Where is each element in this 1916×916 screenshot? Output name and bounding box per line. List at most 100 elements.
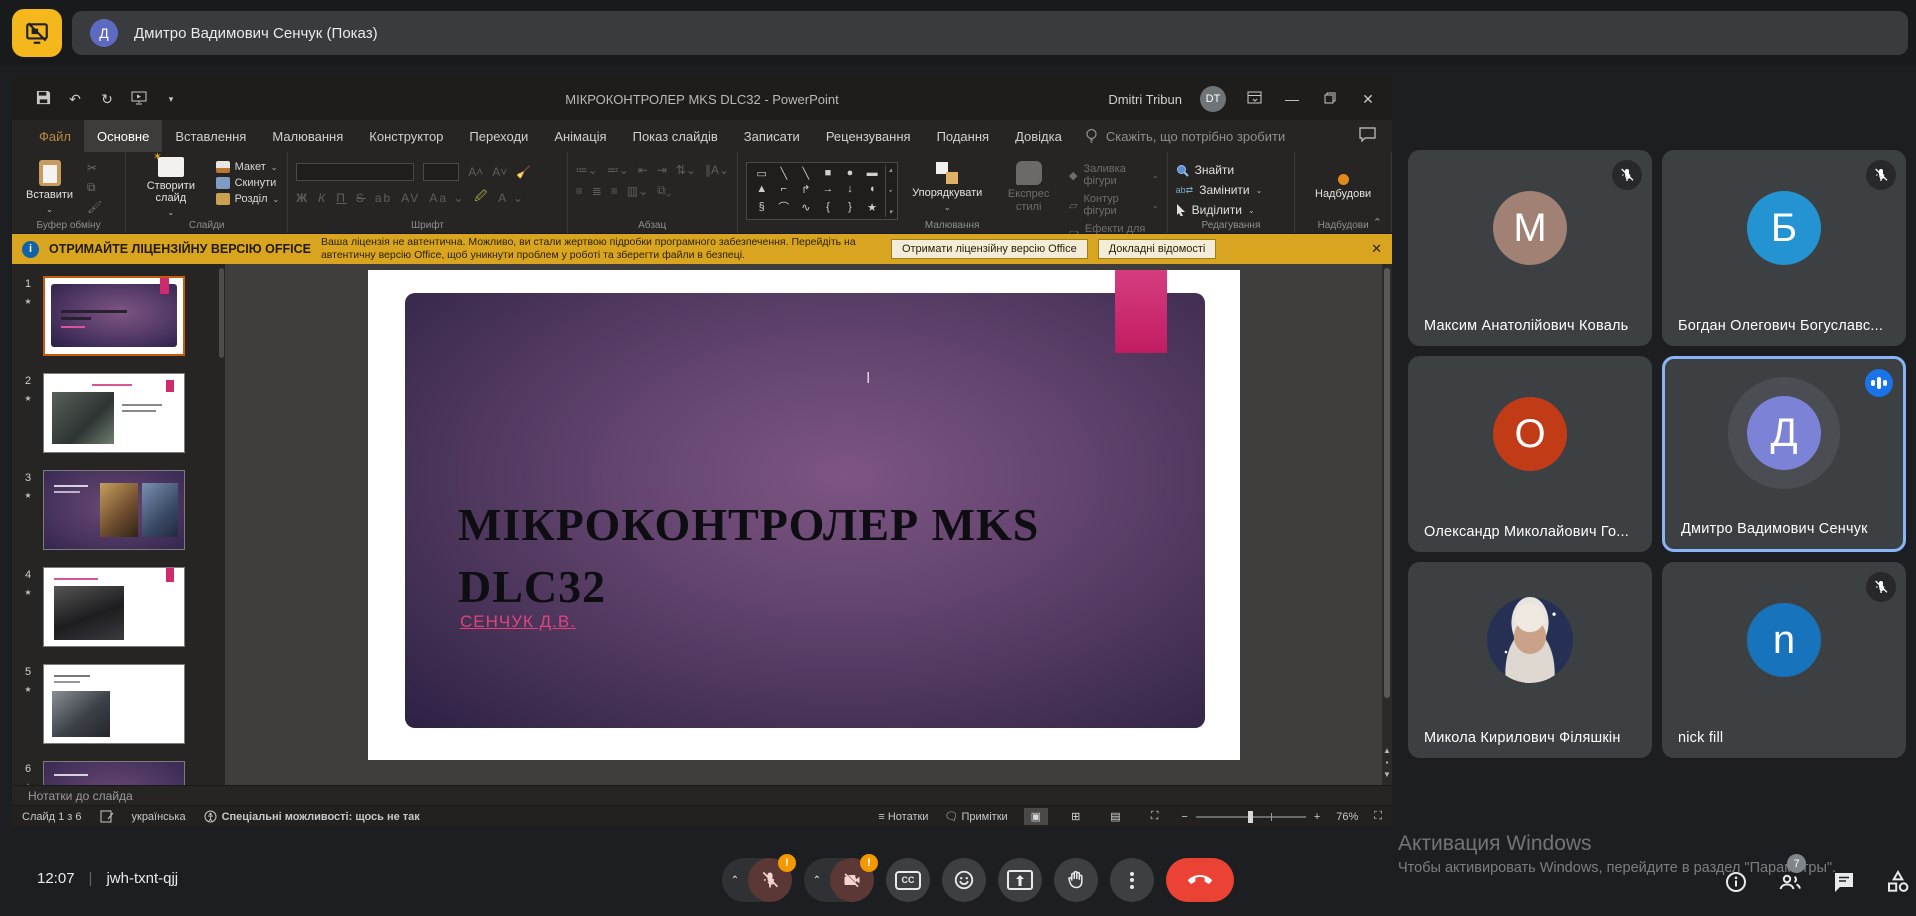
collapse-ribbon-icon[interactable]: ⌃ [1373, 216, 1382, 229]
zoom-control[interactable]: − + [1181, 811, 1320, 823]
slide-canvas[interactable]: МІКРОКОНТРОЛЕР MKS DLC32 СЕНЧУК Д.В. I [368, 270, 1240, 760]
meeting-details-button[interactable] [1722, 868, 1750, 896]
customize-qat-icon[interactable]: ▾ [162, 94, 180, 105]
normal-view-button[interactable]: ▣ [1024, 808, 1048, 825]
comments-icon[interactable] [1359, 127, 1376, 145]
grow-font-icon: A˄ [468, 165, 483, 179]
camera-options-chevron-icon[interactable]: ⌃ [804, 875, 830, 886]
banner-close-icon[interactable]: ✕ [1371, 241, 1382, 257]
scrollbar-thumb[interactable] [1384, 268, 1390, 698]
tab-home[interactable]: Основне [84, 120, 162, 152]
redo-icon[interactable]: ↻ [98, 91, 116, 108]
account-avatar[interactable]: DT [1200, 86, 1226, 112]
tab-slideshow[interactable]: Показ слайдів [620, 120, 731, 152]
notes-area[interactable]: Нотатки до слайда [12, 785, 1392, 805]
slide-subtitle-link[interactable]: СЕНЧУК Д.В. [460, 612, 576, 632]
reset-button[interactable]: Скинути [216, 177, 280, 189]
replace-button[interactable]: ab⇄Замінити⌄ [1176, 183, 1263, 197]
camera-alert-badge: ! [860, 854, 878, 872]
zoom-in-icon[interactable]: + [1314, 811, 1320, 823]
slide-thumbnail-2[interactable] [43, 373, 185, 453]
arrange-button[interactable]: Упорядкувати⌄ [906, 157, 988, 217]
tab-record[interactable]: Записати [731, 120, 813, 152]
undo-icon[interactable]: ↶ [66, 91, 84, 108]
slide-thumbnail-4[interactable] [43, 567, 185, 647]
slide-thumbnail-5[interactable] [43, 664, 185, 744]
slide-thumbnail-6[interactable] [43, 761, 185, 785]
shape-outline-button: ▱Контур фігури⌄ [1069, 193, 1159, 217]
participant-tile-selected[interactable]: Д Дмитро Вадимович Сенчук [1662, 356, 1906, 552]
reading-view-button[interactable]: ▤ [1103, 808, 1127, 825]
participant-tile[interactable]: Микола Кирилович Філяшкін [1408, 562, 1652, 758]
camera-off-button[interactable]: ! [830, 858, 874, 902]
cut-icon[interactable]: ✂ [87, 161, 102, 175]
mic-options-chevron-icon[interactable]: ⌃ [722, 875, 748, 886]
language-indicator[interactable]: українська [132, 811, 186, 823]
thumbnail-scrollbar[interactable] [218, 264, 225, 785]
details-button[interactable]: Докладні відомості [1098, 239, 1217, 259]
avatar: М [1493, 191, 1567, 265]
format-painter-icon[interactable]: 🖌 [87, 200, 102, 214]
prev-next-slide-buttons[interactable]: ▲▪▼ [1382, 745, 1392, 781]
comments-toggle[interactable]: 🗨 Примітки [944, 810, 1007, 823]
start-slideshow-icon[interactable] [130, 91, 148, 108]
presenting-chip[interactable] [12, 9, 62, 57]
slide-title-text[interactable]: МІКРОКОНТРОЛЕР MKS DLC32 [458, 494, 1098, 618]
layout-button[interactable]: Макет⌄ [216, 161, 280, 173]
participant-tile[interactable]: n nick fill [1662, 562, 1906, 758]
people-panel-button[interactable]: 7 [1776, 868, 1804, 896]
end-call-button[interactable] [1166, 858, 1234, 902]
reactions-button[interactable] [942, 858, 986, 902]
slideshow-view-button[interactable]: ⛶ [1144, 808, 1166, 825]
chat-panel-button[interactable] [1830, 868, 1858, 896]
raise-hand-button[interactable] [1054, 858, 1098, 902]
tab-insert[interactable]: Вставлення [162, 120, 259, 152]
copy-icon[interactable]: ⧉ [87, 180, 102, 195]
mic-mute-button[interactable]: ! [748, 858, 792, 902]
tab-design[interactable]: Конструктор [356, 120, 456, 152]
banner-title: ОТРИМАЙТЕ ЛІЦЕНЗІЙНУ ВЕРСІЮ OFFICE [49, 242, 311, 256]
captions-button[interactable]: CC [886, 858, 930, 902]
new-slide-button[interactable]: ✶ Створити слайд⌄ [134, 157, 208, 217]
tab-animations[interactable]: Анімація [541, 120, 619, 152]
zoom-out-icon[interactable]: − [1181, 811, 1187, 823]
slide-sorter-view-button[interactable]: ⊞ [1064, 808, 1087, 825]
present-button[interactable] [998, 858, 1042, 902]
get-office-button[interactable]: Отримати ліцензійну версію Office [891, 239, 1088, 259]
minimize-button[interactable]: — [1282, 91, 1302, 107]
shapes-gallery[interactable]: ▭╲╲■●▬ ▲⌐↱→↓◖ §⌒∿{}★ ▴▪▾ [746, 162, 898, 220]
section-button[interactable]: Розділ⌄ [216, 193, 280, 205]
more-options-button[interactable] [1110, 858, 1154, 902]
zoom-slider[interactable] [1248, 811, 1253, 823]
participant-tile[interactable]: О Олександр Миколайович Го... [1408, 356, 1652, 552]
tell-me-search[interactable]: Скажіть, що потрібно зробити [1085, 120, 1285, 152]
notes-toggle[interactable]: ≡ Нотатки [878, 811, 928, 823]
tab-review[interactable]: Рецензування [813, 120, 924, 152]
select-button[interactable]: Виділити⌄ [1176, 203, 1263, 217]
slide-accent-shape[interactable] [1115, 270, 1167, 353]
slide-thumbnail-1[interactable] [43, 276, 185, 356]
spellcheck-icon[interactable] [100, 810, 114, 823]
vertical-scrollbar[interactable]: ▲▪▼ [1382, 264, 1392, 785]
restore-button[interactable] [1320, 91, 1340, 107]
ribbon-display-options-icon[interactable] [1244, 91, 1264, 107]
participant-tile[interactable]: М Максим Анатолійович Коваль [1408, 150, 1652, 346]
tab-help[interactable]: Довідка [1002, 120, 1075, 152]
accessibility-status[interactable]: Спеціальні можливості: щось не так [204, 810, 420, 823]
account-name[interactable]: Dmitri Tribun [1108, 92, 1182, 107]
addins-button[interactable]: Надбудови [1309, 157, 1377, 217]
tab-transitions[interactable]: Переходи [456, 120, 541, 152]
activities-button[interactable] [1884, 868, 1912, 896]
find-button[interactable]: Знайти [1176, 163, 1263, 177]
close-button[interactable]: ✕ [1358, 91, 1378, 108]
tab-draw[interactable]: Малювання [259, 120, 356, 152]
zoom-level[interactable]: 76% [1336, 811, 1358, 823]
participant-tile[interactable]: Б Богдан Олегович Богуславс... [1662, 150, 1906, 346]
slide-thumbnail-3[interactable] [43, 470, 185, 550]
chat-icon [1832, 870, 1856, 894]
fit-slide-icon[interactable]: ⛶ [1374, 810, 1382, 823]
tab-file[interactable]: Файл [26, 120, 84, 152]
paste-button[interactable]: Вставити⌄ [20, 157, 79, 217]
save-icon[interactable] [34, 90, 52, 108]
tab-view[interactable]: Подання [924, 120, 1003, 152]
